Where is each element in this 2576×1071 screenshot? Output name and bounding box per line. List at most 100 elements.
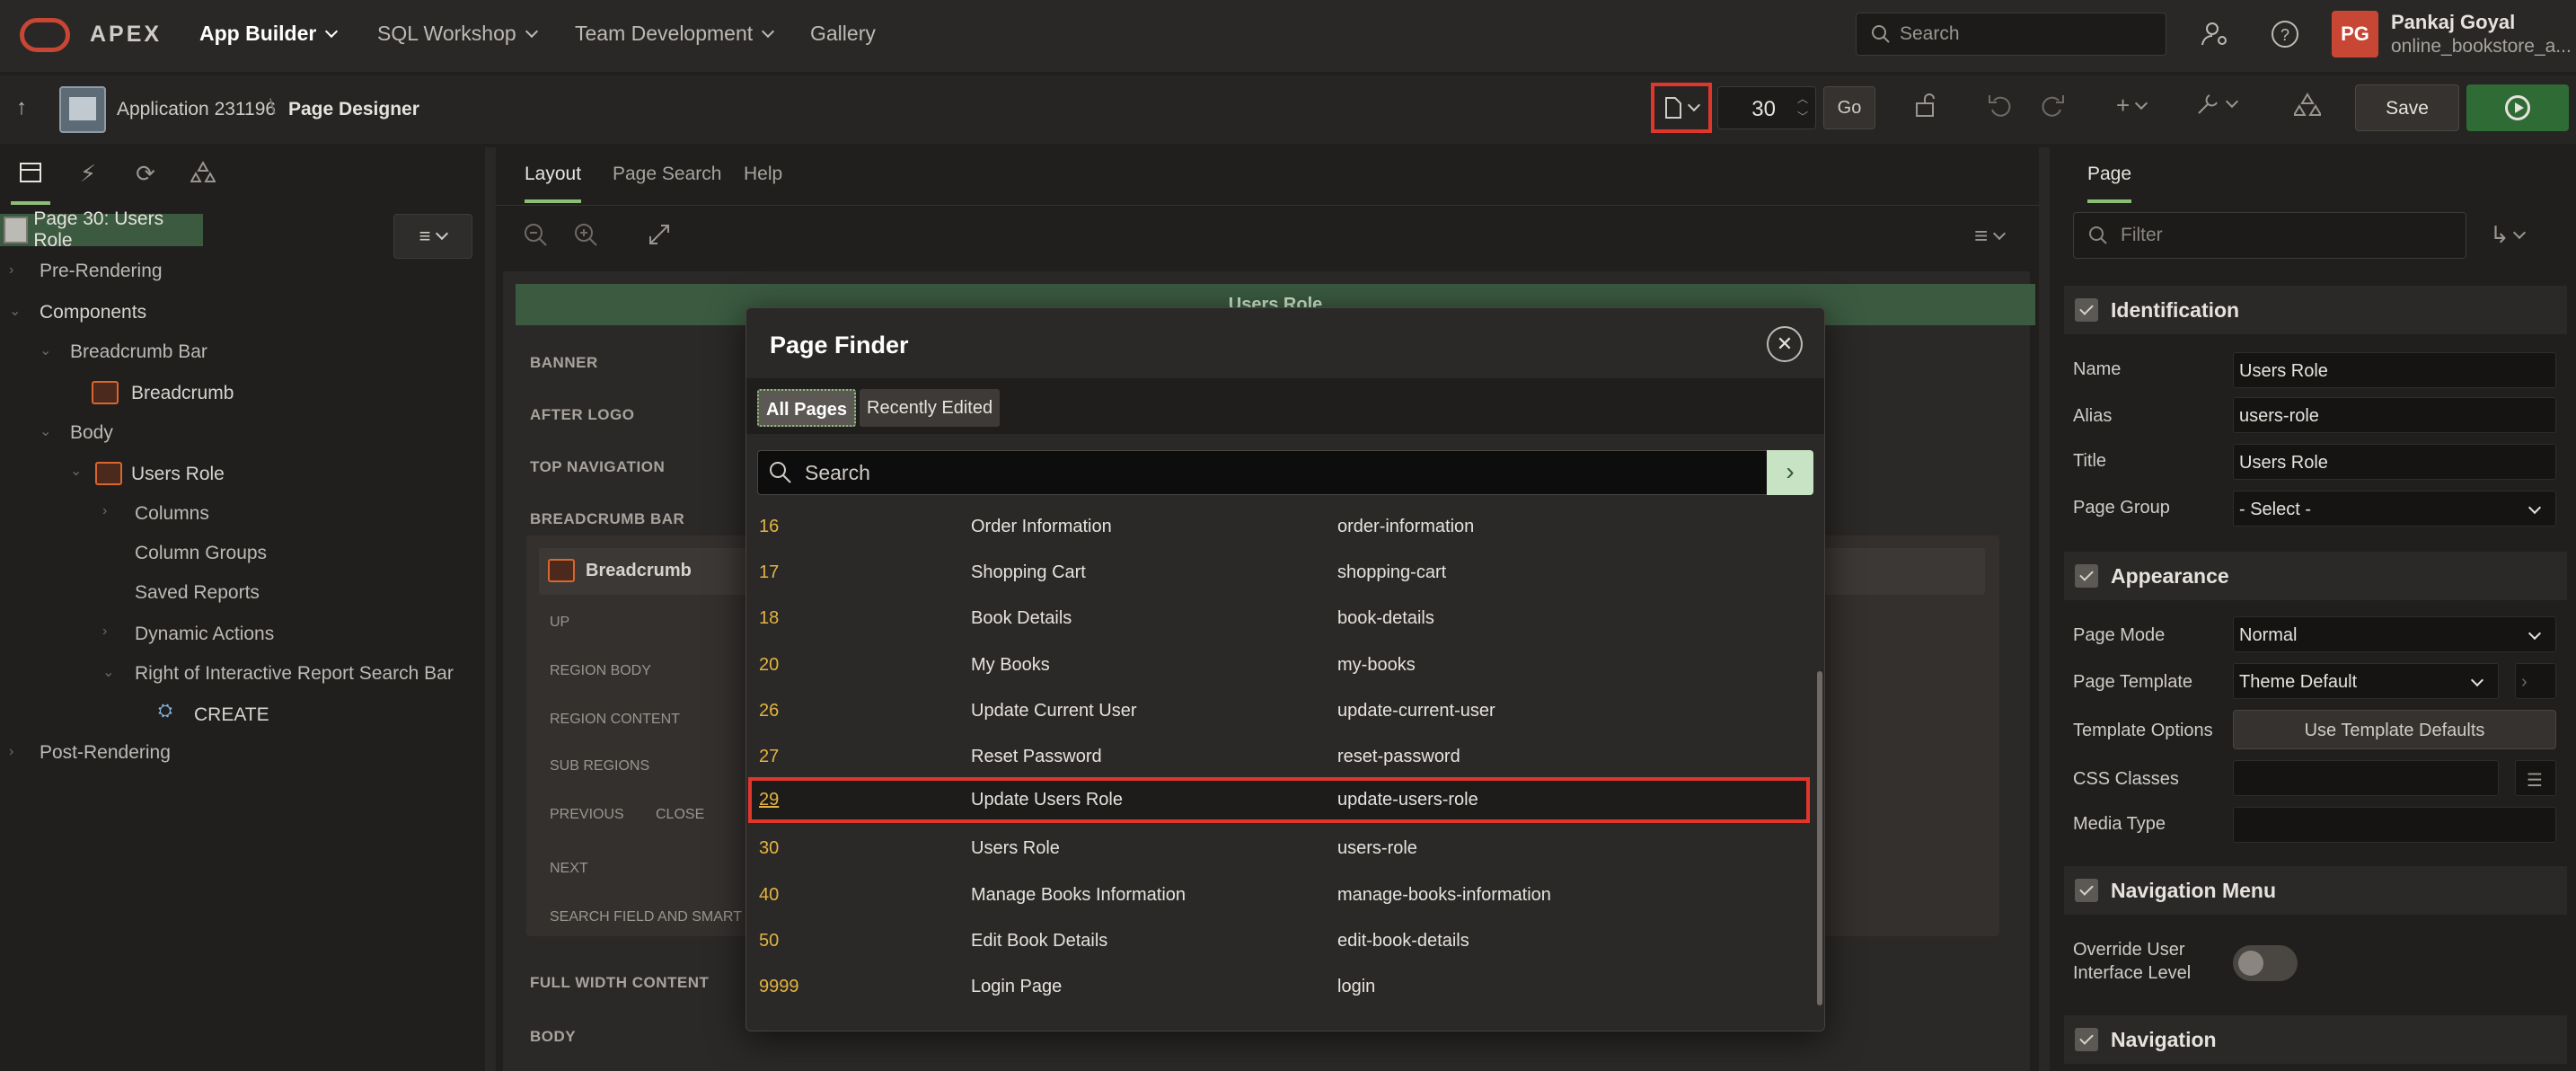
page-finder-search-input[interactable]: Search: [757, 450, 1772, 495]
tab-page[interactable]: Page: [2087, 164, 2132, 203]
dynamic-actions-tab-icon[interactable]: ⚡: [74, 160, 102, 189]
page-finder-button[interactable]: [1651, 83, 1712, 133]
tree-menu-button[interactable]: ≡: [393, 214, 472, 259]
tree-root-page[interactable]: Page 30: Users Role: [0, 208, 203, 251]
user-workspace[interactable]: online_bookstore_a...: [2391, 36, 2571, 58]
save-button[interactable]: Save: [2355, 84, 2459, 131]
go-button[interactable]: Go: [1823, 86, 1875, 129]
table-row[interactable]: 17 Shopping Cart shopping-cart: [748, 550, 1810, 596]
zoom-in-icon[interactable]: [573, 222, 598, 253]
lock-page-icon[interactable]: [1913, 92, 1940, 125]
close-icon[interactable]: ✕: [1767, 326, 1803, 362]
table-row[interactable]: 40 Manage Books Information manage-books-i…: [748, 872, 1810, 918]
expand-canvas-icon[interactable]: [647, 222, 672, 253]
tab-recently-edited[interactable]: Recently Edited: [860, 389, 1001, 427]
up-arrow-icon[interactable]: ↑: [16, 95, 27, 120]
zoom-out-icon[interactable]: [523, 222, 548, 253]
apex-brand[interactable]: APEX: [90, 22, 162, 48]
user-settings-icon[interactable]: [2195, 14, 2235, 54]
utilities-menu-button[interactable]: [2195, 92, 2239, 117]
page-number-stepper[interactable]: ︿ ﹀: [1789, 86, 1816, 129]
help-icon[interactable]: ?: [2265, 14, 2305, 54]
user-avatar[interactable]: PG: [2332, 11, 2378, 58]
table-row[interactable]: 26 Update Current User update-current-user: [748, 688, 1810, 734]
tree-node-breadcrumb[interactable]: Breadcrumb: [131, 383, 234, 404]
tree-node-breadcrumb-bar[interactable]: Breadcrumb Bar: [70, 341, 207, 363]
tree-node-dynamic-actions[interactable]: Dynamic Actions: [135, 624, 274, 645]
tab-page-search[interactable]: Page Search: [613, 164, 721, 185]
tree-node-column-groups[interactable]: Column Groups: [135, 543, 267, 564]
table-row-highlighted[interactable]: 29 Update Users Role update-users-role: [748, 777, 1810, 823]
table-row[interactable]: 18 Book Details book-details: [748, 596, 1810, 642]
collapse-icon[interactable]: ⌄: [102, 663, 114, 681]
application-icon[interactable]: [59, 86, 106, 133]
menu-sql-workshop[interactable]: SQL Workshop: [377, 22, 538, 46]
expand-icon[interactable]: ›: [9, 744, 13, 760]
css-classes-list-button[interactable]: ☰: [2515, 760, 2556, 796]
undo-icon[interactable]: [1987, 92, 2014, 125]
table-row[interactable]: 27 Reset Password reset-password: [748, 734, 1810, 780]
table-row[interactable]: 30 Users Role users-role: [748, 826, 1810, 872]
menu-app-builder[interactable]: App Builder: [199, 22, 339, 46]
rendering-tab-icon[interactable]: [11, 160, 50, 205]
tree-node-pre-rendering[interactable]: Pre-Rendering: [40, 261, 163, 282]
collapse-icon[interactable]: ⌄: [70, 462, 82, 480]
page-template-select[interactable]: Theme Default: [2233, 663, 2499, 699]
page-mode-select[interactable]: Normal: [2233, 616, 2556, 652]
tab-help[interactable]: Help: [744, 164, 782, 185]
title-field[interactable]: Users Role: [2233, 444, 2556, 480]
tree-node-post-rendering[interactable]: Post-Rendering: [40, 742, 171, 764]
alias-field[interactable]: users-role: [2233, 397, 2556, 433]
page-finder-dialog: Page Finder ✕ All Pages Recently Edited …: [745, 307, 1825, 1031]
collapse-icon[interactable]: ⌄: [40, 422, 51, 440]
page-template-go-button[interactable]: ›: [2515, 663, 2556, 699]
create-menu-button[interactable]: +: [2116, 92, 2148, 119]
property-filter-input[interactable]: Filter: [2073, 212, 2466, 259]
css-classes-field[interactable]: [2233, 760, 2499, 796]
oracle-logo-icon[interactable]: [20, 18, 70, 52]
go-to-group-button[interactable]: ↳: [2490, 221, 2526, 249]
left-splitter[interactable]: [485, 147, 496, 1071]
expand-icon[interactable]: ›: [102, 624, 107, 640]
tree-node-users-role[interactable]: Users Role: [131, 464, 225, 485]
layout-menu-button[interactable]: ≡: [1974, 222, 2007, 250]
redo-icon[interactable]: [2039, 92, 2066, 125]
override-level-toggle[interactable]: [2233, 945, 2298, 981]
section-navigation[interactable]: Navigation: [2064, 1015, 2567, 1064]
table-row[interactable]: 20 My Books my-books: [748, 642, 1810, 688]
expand-icon[interactable]: ›: [9, 262, 13, 279]
tree-node-saved-reports[interactable]: Saved Reports: [135, 582, 260, 604]
processing-tab-icon[interactable]: ⟳: [131, 160, 160, 189]
table-row[interactable]: 9999 Login Page login: [748, 964, 1810, 1010]
shared-components-icon[interactable]: [2292, 92, 2323, 125]
breadcrumb-application[interactable]: Application 231196: [117, 99, 276, 120]
media-type-field[interactable]: [2233, 807, 2556, 843]
section-navigation-menu[interactable]: Navigation Menu: [2064, 866, 2567, 915]
save-and-run-button[interactable]: [2466, 84, 2569, 131]
tree-node-right-of-search-bar[interactable]: Right of Interactive Report Search Bar: [135, 663, 454, 685]
search-go-button[interactable]: ›: [1767, 450, 1813, 495]
shared-components-tab-icon[interactable]: [189, 160, 217, 189]
collapse-icon[interactable]: ⌄: [9, 302, 21, 320]
tab-layout[interactable]: Layout: [525, 164, 582, 203]
tree-node-columns[interactable]: Columns: [135, 503, 209, 525]
page-list-scrollbar[interactable]: [1817, 671, 1822, 1005]
section-appearance[interactable]: Appearance: [2064, 552, 2567, 600]
section-identification[interactable]: Identification: [2064, 286, 2567, 334]
tree-node-create-button[interactable]: CREATE: [194, 704, 269, 726]
use-template-defaults-button[interactable]: Use Template Defaults: [2233, 710, 2556, 749]
name-field[interactable]: Users Role: [2233, 352, 2556, 388]
expand-icon[interactable]: ›: [102, 503, 107, 519]
menu-team-development[interactable]: Team Development: [575, 22, 775, 46]
menu-gallery[interactable]: Gallery: [810, 22, 876, 46]
tree-node-components[interactable]: Components: [40, 302, 146, 323]
table-row[interactable]: 16 Order Information order-information: [748, 504, 1810, 550]
right-splitter[interactable]: [2039, 147, 2050, 1071]
tab-all-pages[interactable]: All Pages: [757, 389, 857, 427]
user-name[interactable]: Pankaj Goyal: [2391, 11, 2515, 34]
tree-node-body[interactable]: Body: [70, 422, 113, 444]
global-search-input[interactable]: Search: [1856, 13, 2166, 56]
page-group-select[interactable]: - Select -: [2233, 491, 2556, 527]
table-row[interactable]: 50 Edit Book Details edit-book-details: [748, 918, 1810, 964]
collapse-icon[interactable]: ⌄: [40, 341, 51, 359]
